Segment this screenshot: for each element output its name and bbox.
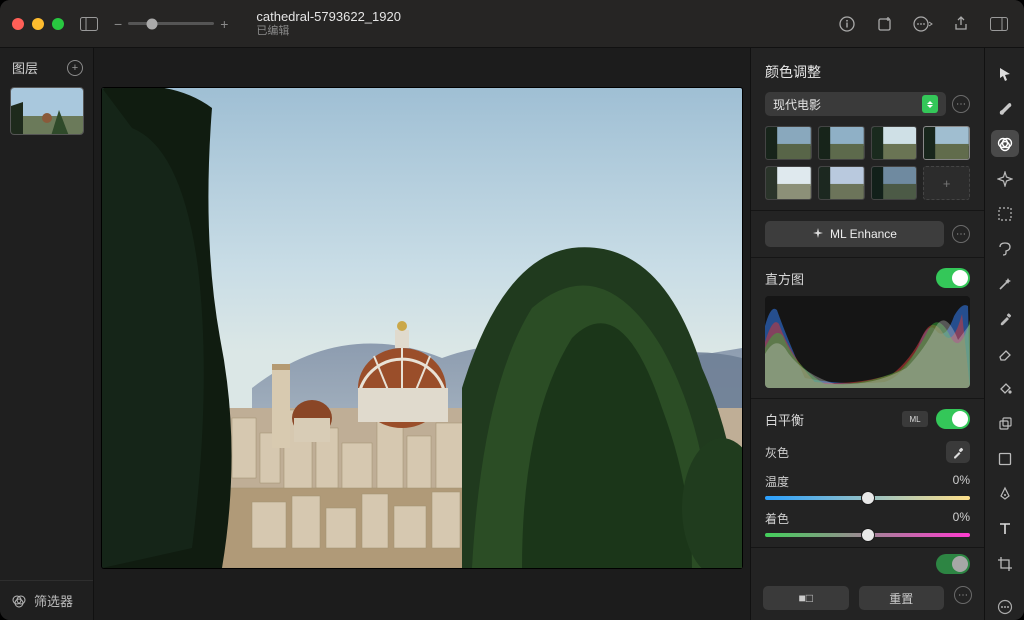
shape-tool[interactable] [991,445,1019,472]
filename-label: cathedral-5793622_1920 [256,9,401,25]
right-sidebar-toggle-button[interactable] [986,12,1012,36]
close-window[interactable] [12,18,24,30]
reset-button[interactable]: 重置 [859,586,945,610]
histogram-label: 直方图 [765,269,804,288]
effects-tool[interactable] [991,165,1019,192]
tint-label: 着色 [765,510,789,527]
tint-slider[interactable]: 着色 0% [765,510,970,537]
histogram-toggle[interactable] [936,268,970,288]
preset-stepper[interactable] [922,95,938,113]
doc-status-label: 已编辑 [256,25,401,38]
preset-thumb[interactable] [818,126,865,160]
settings-more-button[interactable] [991,593,1019,620]
pen-tool[interactable] [991,480,1019,507]
next-toggle-peek[interactable] [936,554,970,574]
layers-panel: 图层 + 筛选器 [0,48,94,620]
ml-pill[interactable]: ML [902,411,928,427]
layers-title: 图层 [12,58,38,77]
fill-tool[interactable] [991,375,1019,402]
ml-enhance-label: ML Enhance [830,227,897,241]
document-title: cathedral-5793622_1920 已编辑 [256,9,401,38]
preset-add-button[interactable]: + [923,166,970,200]
preset-thumb[interactable] [765,126,812,160]
more-button[interactable] [910,12,936,36]
temperature-value: 0% [953,473,970,490]
app-window: − + cathedral-5793622_1920 已编辑 图层 [0,0,1024,620]
temperature-label: 温度 [765,473,789,490]
temperature-slider[interactable]: 温度 0% [765,473,970,500]
zoom-slider[interactable]: − + [114,16,228,32]
preset-more-button[interactable]: ⋯ [952,95,970,113]
preset-thumb[interactable] [871,166,918,200]
histogram-graph [765,296,970,388]
new-doc-button[interactable] [872,12,898,36]
zoom-out-icon[interactable]: − [114,16,122,32]
ml-enhance-button[interactable]: ML Enhance [765,221,944,247]
brush-tool[interactable] [991,95,1019,122]
clone-tool[interactable] [991,410,1019,437]
adjustments-panel: 颜色调整 现代电影 ⋯ + [750,48,984,620]
paint-tool[interactable] [991,305,1019,332]
next-section-peek [765,557,769,572]
eraser-tool[interactable] [991,340,1019,367]
filters-icon [12,594,26,608]
sidebar-toggle-button[interactable] [76,12,102,36]
filters-label: 筛选器 [34,591,73,610]
editor-body: 图层 + 筛选器 [0,48,1024,620]
tool-strip [984,48,1024,620]
crop-tool[interactable] [991,550,1019,577]
preset-select[interactable]: 现代电影 [765,92,946,116]
magic-wand-tool[interactable] [991,270,1019,297]
preset-thumb[interactable] [871,126,918,160]
white-balance-toggle[interactable] [936,409,970,429]
window-controls [12,18,64,30]
gray-point-label: 灰色 [765,444,789,461]
add-layer-button[interactable]: + [67,60,83,76]
preset-thumb-selected[interactable] [923,126,970,160]
split-compare-button[interactable]: ■□ [763,586,849,610]
preset-thumbnails: + [765,126,970,200]
layers-header: 图层 + [0,48,93,83]
layer-thumbnail[interactable] [10,87,84,135]
marquee-tool[interactable] [991,200,1019,227]
canvas-area[interactable] [94,48,750,620]
panel-more-button[interactable]: ⋯ [954,586,972,604]
preset-thumb[interactable] [818,166,865,200]
info-button[interactable] [834,12,860,36]
preset-name: 现代电影 [773,96,821,113]
gray-eyedropper-button[interactable] [946,441,970,463]
tint-value: 0% [953,510,970,527]
minimize-window[interactable] [32,18,44,30]
lasso-tool[interactable] [991,235,1019,262]
fullscreen-window[interactable] [52,18,64,30]
panel-title: 颜色调整 [765,62,970,82]
zoom-in-icon[interactable]: + [220,16,228,32]
adjust-color-tool[interactable] [991,130,1019,157]
ml-more-button[interactable]: ⋯ [952,225,970,243]
panel-footer: ■□ 重置 ⋯ [751,578,984,618]
text-tool[interactable] [991,515,1019,542]
filters-footer[interactable]: 筛选器 [0,580,93,620]
zoom-track[interactable] [128,22,214,25]
canvas-image [102,88,742,568]
white-balance-label: 白平衡 [765,410,804,429]
preset-thumb[interactable] [765,166,812,200]
sparkle-icon [812,228,824,240]
arrow-tool[interactable] [991,60,1019,87]
share-button[interactable] [948,12,974,36]
titlebar: − + cathedral-5793622_1920 已编辑 [0,0,1024,48]
